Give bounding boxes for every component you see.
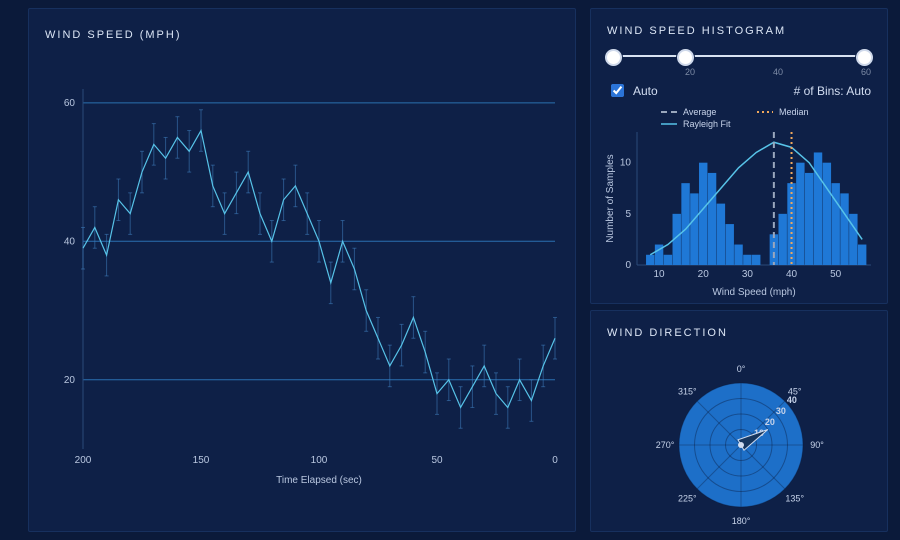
svg-text:180°: 180° <box>732 516 751 526</box>
slider-handle-min[interactable] <box>605 49 622 66</box>
svg-text:90°: 90° <box>810 440 824 450</box>
slider-handle-value[interactable] <box>677 49 694 66</box>
wind-speed-title: WIND SPEED (MPH) <box>45 29 559 41</box>
wind-speed-chart: 20 40 60 200 150 100 50 0 Time Elapsed (sec) <box>41 49 565 509</box>
wind-direction-chart: 0°45°90°135°180°225°270°315°010203040 <box>603 347 879 527</box>
histogram-panel: WIND SPEED HISTOGRAM 20 40 60 Auto # of … <box>590 8 888 304</box>
svg-text:Median: Median <box>779 107 809 117</box>
wind-direction-title: WIND DIRECTION <box>607 327 871 339</box>
svg-text:5: 5 <box>625 209 631 220</box>
svg-text:50: 50 <box>431 455 443 466</box>
svg-text:10: 10 <box>620 158 632 169</box>
svg-text:315°: 315° <box>678 386 697 396</box>
svg-text:40: 40 <box>64 236 76 247</box>
wind-speed-panel: WIND SPEED (MPH) 20 40 60 200 150 100 50 0 Time … <box>28 8 576 532</box>
auto-bins-checkbox[interactable]: Auto <box>607 81 658 100</box>
svg-text:20: 20 <box>765 417 775 427</box>
svg-text:Time Elapsed (sec): Time Elapsed (sec) <box>276 475 362 486</box>
svg-text:30: 30 <box>776 406 786 416</box>
svg-text:Wind Speed (mph): Wind Speed (mph) <box>712 287 795 298</box>
svg-text:60: 60 <box>64 98 76 109</box>
histogram-chart: Average Median Rayleigh Fit 0 5 10 10 20 30 40 50 W… <box>603 104 879 299</box>
svg-text:100: 100 <box>311 455 328 466</box>
svg-text:Rayleigh Fit: Rayleigh Fit <box>683 119 731 129</box>
svg-text:270°: 270° <box>656 440 675 450</box>
svg-text:135°: 135° <box>785 494 804 504</box>
auto-bins-label: Auto <box>633 84 658 98</box>
svg-text:20: 20 <box>64 375 76 386</box>
svg-text:Average: Average <box>683 107 716 117</box>
svg-text:225°: 225° <box>678 494 697 504</box>
wind-direction-panel: WIND DIRECTION 0°45°90°135°180°225°270°3… <box>590 310 888 532</box>
svg-text:40: 40 <box>786 269 798 280</box>
histogram-title: WIND SPEED HISTOGRAM <box>607 25 871 37</box>
svg-text:0°: 0° <box>737 364 746 374</box>
auto-bins-input[interactable] <box>611 84 624 97</box>
slider-tick-labels: 20 40 60 <box>607 67 871 77</box>
svg-text:50: 50 <box>830 269 842 280</box>
svg-text:Number of Samples: Number of Samples <box>605 154 616 242</box>
svg-text:0: 0 <box>625 260 631 271</box>
svg-text:40: 40 <box>787 395 797 405</box>
svg-text:200: 200 <box>75 455 92 466</box>
svg-text:10: 10 <box>654 269 666 280</box>
svg-text:150: 150 <box>193 455 210 466</box>
svg-text:0: 0 <box>552 455 558 466</box>
svg-text:30: 30 <box>742 269 754 280</box>
slider-handle-max[interactable] <box>856 49 873 66</box>
svg-text:20: 20 <box>698 269 710 280</box>
bins-readout: # of Bins: Auto <box>794 84 871 98</box>
bins-slider[interactable] <box>607 45 871 67</box>
